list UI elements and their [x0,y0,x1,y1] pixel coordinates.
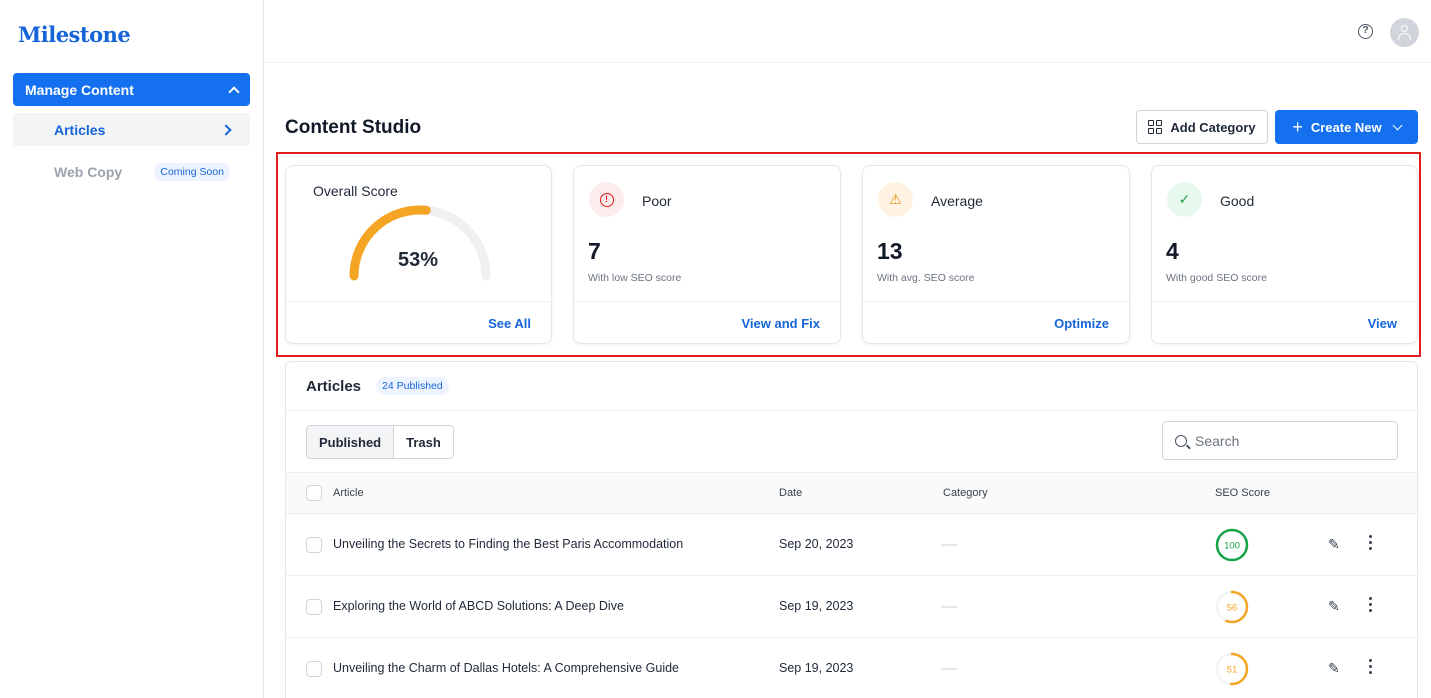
grid-icon [1148,120,1163,134]
seo-score-ring: 51 [1215,652,1249,686]
pencil-icon[interactable]: ✎ [1328,598,1340,615]
coming-soon-badge: Coming Soon [154,162,230,181]
check-icon: ✓ [1167,182,1202,217]
table-row[interactable]: Exploring the World of ABCD Solutions: A… [286,576,1417,638]
chevron-down-icon [1392,120,1403,130]
more-options-icon[interactable] [1364,535,1376,550]
overall-score-card: Overall Score 53% See All [285,165,552,344]
table-row[interactable]: Unveiling the Secrets to Finding the Bes… [286,514,1417,576]
more-options-icon[interactable] [1364,659,1376,674]
create-new-button[interactable]: + Create New [1275,110,1418,144]
plus-icon: + [1292,117,1303,137]
good-count: 4 [1166,238,1179,264]
sidebar-group-label: Manage Content [25,81,134,98]
optimize-link[interactable]: Optimize [1054,316,1109,331]
card-title: Good [1220,193,1255,209]
card-title: Average [931,193,983,209]
column-header-date: Date [779,487,803,499]
row-checkbox[interactable] [306,537,322,553]
top-bar: ? [264,0,1431,63]
article-date: Sep 20, 2023 [779,537,854,551]
column-header-article: Article [333,487,364,499]
pencil-icon[interactable]: ✎ [1328,660,1340,677]
article-date: Sep 19, 2023 [779,599,854,613]
seo-score-value: 56 [1227,603,1238,614]
average-score-card: ⚠ Average 13 With avg. SEO score Optimiz… [862,165,1130,344]
article-title[interactable]: Exploring the World of ABCD Solutions: A… [333,599,624,613]
panel-title: Articles [306,378,362,395]
add-category-button[interactable]: Add Category [1136,110,1268,144]
app-logo[interactable]: Milestone [18,22,131,47]
table-header: Article Date Category SEO Score [286,472,1417,514]
overall-score-value: 53% [398,249,439,271]
card-subtitle: With low SEO score [588,272,682,284]
poor-count: 7 [588,238,601,264]
seo-score-ring: 100 [1215,528,1249,562]
category-empty [941,606,957,608]
avatar[interactable] [1390,18,1419,47]
sidebar-item-web-copy: Web Copy Coming Soon [13,155,250,188]
score-gauge [349,205,491,281]
card-title: Poor [642,193,672,209]
more-options-icon[interactable] [1364,597,1376,612]
pencil-icon[interactable]: ✎ [1328,536,1340,553]
articles-panel: Articles 24 Published Published Trash Ar… [285,361,1418,698]
chevron-right-icon [220,123,232,136]
view-link[interactable]: View [1368,316,1397,331]
average-count: 13 [877,238,903,264]
tab-published[interactable]: Published [307,426,395,458]
help-icon[interactable]: ? [1358,24,1373,39]
row-checkbox[interactable] [306,661,322,677]
status-tabs: Published Trash [306,425,454,459]
search-icon [1175,434,1187,447]
tab-trash[interactable]: Trash [394,426,453,458]
see-all-link[interactable]: See All [488,316,531,331]
alert-icon: ! [589,182,624,217]
category-empty [941,544,957,546]
article-title[interactable]: Unveiling the Secrets to Finding the Bes… [333,537,683,551]
seo-score-value: 51 [1227,665,1238,676]
card-subtitle: With avg. SEO score [877,272,975,284]
seo-score-value: 100 [1224,541,1240,552]
warning-icon: ⚠ [878,182,913,217]
sidebar-item-label: Web Copy [54,163,123,180]
view-and-fix-link[interactable]: View and Fix [741,316,820,331]
good-score-card: ✓ Good 4 With good SEO score View [1151,165,1418,344]
sidebar-group-manage-content[interactable]: Manage Content [13,73,250,106]
chevron-up-icon [228,85,240,98]
search-box [1162,421,1398,460]
column-header-category: Category [943,487,988,499]
article-date: Sep 19, 2023 [779,661,854,675]
card-subtitle: With good SEO score [1166,272,1267,284]
sidebar-item-label: Articles [54,121,106,138]
select-all-checkbox[interactable] [306,485,322,501]
sidebar: Milestone Manage Content Articles Web Co… [0,0,264,698]
column-header-seo-score: SEO Score [1215,487,1271,499]
page-title: Content Studio [285,117,422,138]
published-count-badge: 24 Published [376,377,449,395]
article-title[interactable]: Unveiling the Charm of Dallas Hotels: A … [333,661,679,675]
category-empty [941,668,957,670]
add-category-label: Add Category [1170,119,1256,135]
seo-score-ring: 56 [1215,590,1249,624]
poor-score-card: ! Poor 7 With low SEO score View and Fix [573,165,841,344]
card-title: Overall Score [313,183,398,199]
create-new-label: Create New [1310,119,1382,135]
table-row[interactable]: Unveiling the Charm of Dallas Hotels: A … [286,638,1417,698]
user-icon [1401,25,1408,32]
row-checkbox[interactable] [306,599,322,615]
search-input[interactable] [1195,432,1375,449]
sidebar-item-articles[interactable]: Articles [13,113,250,146]
